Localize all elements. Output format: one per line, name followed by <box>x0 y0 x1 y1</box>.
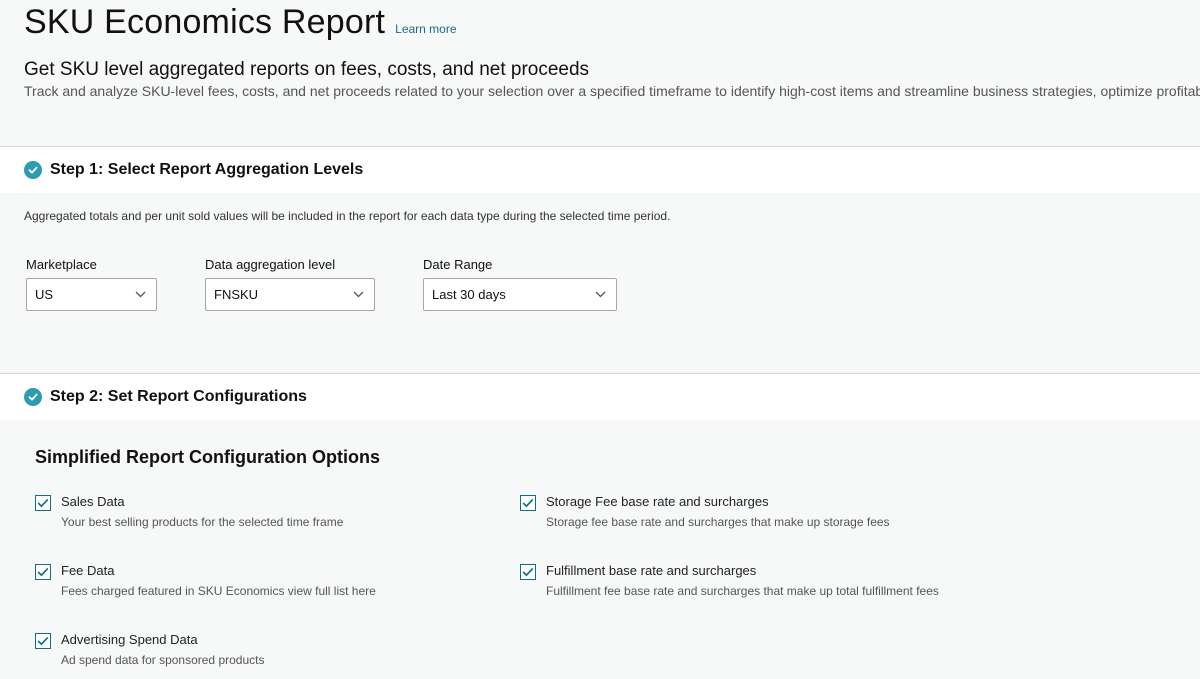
marketplace-field: Marketplace US <box>26 257 157 311</box>
step-1-header: Step 1: Select Report Aggregation Levels <box>0 146 1200 193</box>
option-sales-data: Sales Data Your best selling products fo… <box>35 494 343 529</box>
chevron-down-icon <box>353 291 364 298</box>
aggregation-level-value: FNSKU <box>214 287 259 302</box>
date-range-value: Last 30 days <box>432 287 506 302</box>
checkmark-icon <box>37 567 49 577</box>
step-2-title: Step 2: Set Report Configurations <box>50 388 307 405</box>
learn-more-link[interactable]: Learn more <box>395 22 456 36</box>
option-description: Storage fee base rate and surcharges tha… <box>546 515 890 529</box>
marketplace-select[interactable]: US <box>26 278 157 311</box>
option-label: Advertising Spend Data <box>61 632 198 647</box>
fee-data-checkbox[interactable] <box>35 564 51 580</box>
page-subtitle: Get SKU level aggregated reports on fees… <box>24 59 590 80</box>
storage-fee-checkbox[interactable] <box>520 495 536 511</box>
checkmark-icon <box>522 567 534 577</box>
aggregation-level-select[interactable]: FNSKU <box>205 278 375 311</box>
fulfillment-checkbox[interactable] <box>520 564 536 580</box>
option-label: Sales Data <box>61 494 125 509</box>
page-title: SKU Economics Report <box>24 3 386 41</box>
advertising-spend-checkbox[interactable] <box>35 633 51 649</box>
option-label: Storage Fee base rate and surcharges <box>546 494 769 509</box>
check-circle-icon <box>24 161 42 179</box>
option-label: Fulfillment base rate and surcharges <box>546 563 757 578</box>
option-advertising-spend: Advertising Spend Data Ad spend data for… <box>35 632 264 667</box>
date-range-select[interactable]: Last 30 days <box>423 278 617 311</box>
checkmark-icon <box>37 636 49 646</box>
chevron-down-icon <box>595 291 606 298</box>
option-description: Fees charged featured in SKU Economics v… <box>61 584 376 598</box>
step-1-title: Step 1: Select Report Aggregation Levels <box>50 161 364 178</box>
option-description: Fulfillment fee base rate and surcharges… <box>546 584 939 598</box>
date-range-field: Date Range Last 30 days <box>423 257 617 311</box>
option-label: Fee Data <box>61 563 115 578</box>
check-circle-icon <box>24 388 42 406</box>
option-description: Ad spend data for sponsored products <box>61 653 265 667</box>
option-fulfillment: Fulfillment base rate and surcharges Ful… <box>520 563 939 598</box>
option-description: Your best selling products for the selec… <box>61 515 344 529</box>
option-storage-fee: Storage Fee base rate and surcharges Sto… <box>520 494 890 529</box>
sales-data-checkbox[interactable] <box>35 495 51 511</box>
step-2-header: Step 2: Set Report Configurations <box>0 373 1200 420</box>
title-row: SKU Economics Report Learn more <box>24 3 457 42</box>
checkmark-icon <box>37 498 49 508</box>
aggregation-level-field: Data aggregation level FNSKU <box>205 257 375 311</box>
aggregation-info-text: Aggregated totals and per unit sold valu… <box>24 209 671 223</box>
aggregation-level-label: Data aggregation level <box>205 257 336 272</box>
marketplace-label: Marketplace <box>26 257 97 272</box>
checkmark-icon <box>522 498 534 508</box>
config-section-heading: Simplified Report Configuration Options <box>35 447 380 467</box>
page-description: Track and analyze SKU-level fees, costs,… <box>24 83 1200 99</box>
date-range-label: Date Range <box>423 257 493 272</box>
option-fee-data: Fee Data Fees charged featured in SKU Ec… <box>35 563 376 598</box>
chevron-down-icon <box>135 291 146 298</box>
marketplace-value: US <box>35 287 54 302</box>
